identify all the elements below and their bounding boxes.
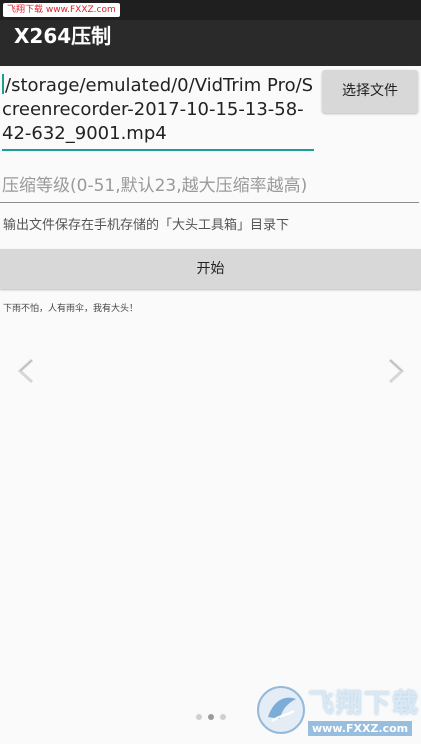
compression-level-field[interactable] bbox=[0, 172, 421, 203]
compression-level-input[interactable] bbox=[0, 172, 421, 200]
file-path-value: /storage/emulated/0/VidTrim Pro/Screenre… bbox=[2, 75, 314, 144]
carousel-dot[interactable] bbox=[196, 714, 202, 720]
start-button[interactable]: 开始 bbox=[0, 249, 421, 289]
file-path-text[interactable]: /storage/emulated/0/VidTrim Pro/Screenre… bbox=[2, 74, 314, 146]
app-toolbar: X264压制 bbox=[0, 20, 421, 66]
watermark-name: 飞翔下载 bbox=[308, 689, 421, 719]
choose-file-button[interactable]: 选择文件 bbox=[322, 70, 418, 113]
watermark-logo-icon bbox=[257, 686, 305, 734]
file-path-field[interactable]: /storage/emulated/0/VidTrim Pro/Screenre… bbox=[2, 74, 314, 151]
text-cursor bbox=[2, 74, 4, 94]
watermark-bottom: 飞翔下载 www.FXXZ.com bbox=[256, 683, 418, 741]
watermark-url: www.FXXZ.com bbox=[308, 721, 413, 736]
slogan-text: 下雨不怕，人有雨伞，我有大头！ bbox=[3, 304, 139, 314]
watermark-top: 飞翔下载 www.FXXZ.com bbox=[3, 3, 120, 17]
app-title: X264压制 bbox=[14, 24, 112, 48]
carousel-prev-icon[interactable] bbox=[15, 358, 37, 384]
carousel-next-icon[interactable] bbox=[385, 358, 407, 384]
output-hint: 输出文件保存在手机存储的「大头工具箱」目录下 bbox=[3, 218, 290, 233]
status-bar: 飞翔下载 www.FXXZ.com bbox=[0, 0, 421, 20]
carousel-dot-active[interactable] bbox=[208, 714, 214, 720]
carousel-dot[interactable] bbox=[220, 714, 226, 720]
carousel-dots bbox=[196, 712, 236, 722]
